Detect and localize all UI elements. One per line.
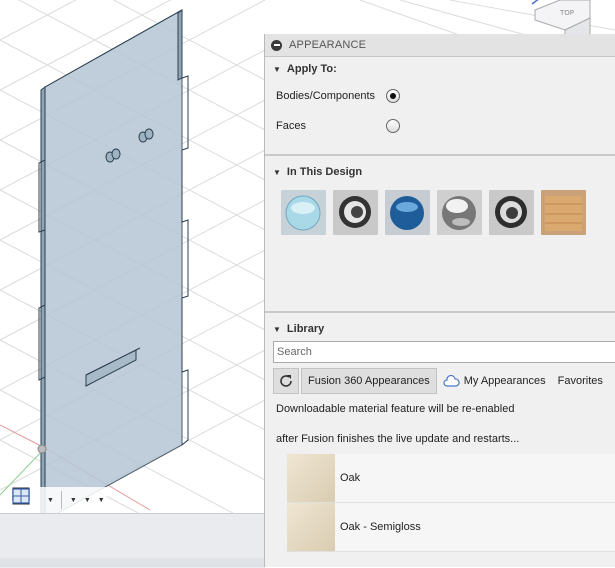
collapse-panel-icon[interactable]	[271, 39, 282, 51]
section-title: In This Design	[286, 166, 363, 178]
panel-title: APPEARANCE	[289, 39, 367, 51]
tab-label: My Appearances	[463, 375, 546, 387]
library-header[interactable]: ▼ Library	[265, 317, 615, 341]
toolbar-divider	[60, 491, 62, 509]
fit-icon[interactable]: ▼	[13, 488, 56, 512]
pan-icon[interactable]	[12, 488, 36, 512]
tab-my-appearances[interactable]: My Appearances	[437, 369, 552, 393]
panel-header: APPEARANCE	[265, 34, 615, 57]
zoom-icon[interactable]	[13, 488, 42, 512]
expand-triangle-icon: ▼	[273, 324, 281, 334]
oak-cube-swatch[interactable]	[541, 190, 586, 235]
display-settings-icon[interactable]: ▼	[12, 488, 79, 512]
apply-to-section: ▼ Apply To: Bodies/Components Faces	[265, 57, 615, 156]
cloud-icon	[443, 375, 460, 387]
in-this-design-header[interactable]: ▼ In This Design	[265, 160, 615, 184]
refresh-icon[interactable]	[273, 368, 299, 394]
option-label: Faces	[276, 120, 306, 132]
origin-marker	[37, 444, 47, 454]
message-text: after Fusion finishes the live update an…	[276, 433, 520, 445]
material-item-oak[interactable]: Oak	[287, 454, 615, 503]
chrome-ring-swatch[interactable]	[333, 190, 378, 235]
tab-fusion-360-appearances[interactable]: Fusion 360 Appearances	[301, 368, 437, 394]
tab-label: Fusion 360 Appearances	[308, 375, 430, 387]
radio-bodies-components[interactable]	[386, 89, 400, 103]
search-placeholder: Search	[277, 346, 312, 358]
radio-faces[interactable]	[386, 119, 400, 133]
navigation-toolbar: ▼ ▼ ▼ ▼ ▼	[12, 487, 107, 513]
section-title: Library	[286, 323, 325, 335]
tab-label: Favorites	[557, 375, 603, 387]
glass-clear-swatch[interactable]	[281, 190, 326, 235]
expand-triangle-icon: ▼	[273, 64, 281, 74]
option-bodies-components[interactable]: Bodies/Components	[265, 81, 615, 111]
plate-body	[38, 9, 189, 523]
oak-semigloss-thumbnail	[287, 503, 335, 551]
option-faces[interactable]: Faces	[265, 111, 615, 141]
grid-icon[interactable]: ▼	[12, 487, 93, 512]
material-name: Oak - Semigloss	[340, 521, 421, 533]
expand-triangle-icon: ▼	[273, 167, 281, 177]
library-section: ▼ Library Search Fusion 360 Appearances …	[265, 317, 615, 552]
oak-thumbnail	[287, 454, 335, 502]
library-search-input[interactable]: Search	[273, 341, 615, 363]
material-name: Oak	[340, 472, 361, 484]
viewports-icon[interactable]: ▼	[12, 488, 107, 512]
svg-text:TOP: TOP	[559, 9, 574, 17]
section-title: Apply To:	[286, 63, 337, 75]
library-tabs: Fusion 360 Appearances My Appearances Fa…	[273, 368, 615, 394]
tab-favorites[interactable]: Favorites	[552, 369, 609, 393]
chrome-sphere-swatch[interactable]	[437, 190, 482, 235]
in-this-design-section: ▼ In This Design	[265, 160, 615, 313]
appearance-panel: APPEARANCE ▼ Apply To: Bodies/Components…	[264, 34, 615, 567]
message-text: Downloadable material feature will be re…	[276, 403, 515, 415]
glass-blue-swatch[interactable]	[385, 190, 430, 235]
library-message-1: Downloadable material feature will be re…	[265, 394, 615, 424]
chrome-ring-2-swatch[interactable]	[489, 190, 534, 235]
library-message-2: after Fusion finishes the live update an…	[265, 424, 615, 454]
design-swatches	[265, 184, 615, 244]
apply-to-header[interactable]: ▼ Apply To:	[265, 57, 615, 81]
option-label: Bodies/Components	[276, 90, 376, 102]
material-item-oak-semigloss[interactable]: Oak - Semigloss	[287, 503, 615, 552]
